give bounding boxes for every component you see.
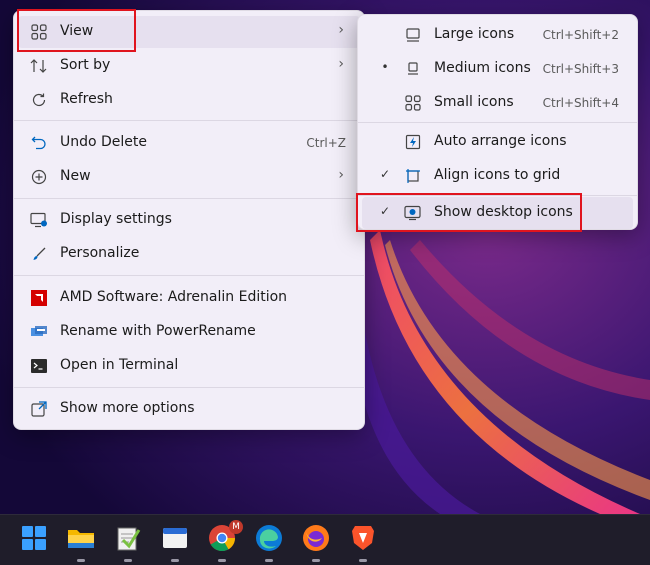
view-submenu: Large icons Ctrl+Shift+2 • Medium icons … <box>357 14 638 230</box>
submenu-item-label: Auto arrange icons <box>434 133 567 149</box>
running-indicator <box>312 559 320 562</box>
submenu-item-label: Medium icons <box>434 60 531 76</box>
running-indicator <box>359 559 367 562</box>
refresh-icon <box>30 91 48 109</box>
menu-item-show-more-options[interactable]: Show more options <box>18 393 360 425</box>
taskbar: M <box>0 514 650 565</box>
submenu-item-label: Show desktop icons <box>434 204 573 220</box>
submenu-item-large-icons[interactable]: Large icons Ctrl+Shift+2 <box>362 19 633 51</box>
menu-item-label: Sort by <box>60 57 111 73</box>
menu-separator <box>358 195 637 196</box>
plus-circle-icon <box>30 168 48 186</box>
taskbar-brave[interactable] <box>348 524 378 562</box>
brave-icon <box>350 524 376 556</box>
taskbar-firefox[interactable] <box>301 524 331 562</box>
notepad-plus-icon <box>115 524 141 556</box>
menu-item-view[interactable]: View › <box>18 16 360 48</box>
taskbar-notepad-plus[interactable] <box>113 524 143 562</box>
chevron-right-icon: › <box>338 56 344 72</box>
menu-separator <box>358 122 637 123</box>
powerrename-icon <box>30 323 48 341</box>
share-icon <box>30 400 48 418</box>
submenu-item-shortcut: Ctrl+Shift+3 <box>542 62 619 76</box>
menu-item-display-settings[interactable]: Display settings <box>18 204 360 236</box>
align-grid-icon <box>404 167 422 185</box>
windows-start-icon <box>21 525 47 555</box>
menu-item-label: Open in Terminal <box>60 357 179 373</box>
menu-item-label: Undo Delete <box>60 134 148 150</box>
submenu-item-label: Large icons <box>434 26 515 42</box>
submenu-item-label: Align icons to grid <box>434 167 561 183</box>
amd-icon <box>30 289 48 307</box>
menu-item-label: View <box>60 23 94 39</box>
menu-item-label: Rename with PowerRename <box>60 323 256 339</box>
menu-item-label: Show more options <box>60 400 195 416</box>
menu-item-new[interactable]: New › <box>18 161 360 193</box>
desktop-context-menu: View › Sort by › Refresh Undo Delete Ctr… <box>13 10 365 430</box>
radio-dot-icon: • <box>381 60 389 74</box>
display-icon <box>30 211 48 229</box>
menu-item-undo-delete[interactable]: Undo Delete Ctrl+Z <box>18 127 360 159</box>
running-indicator <box>77 559 85 562</box>
taskbar-edge[interactable] <box>254 524 284 562</box>
menu-item-label: New <box>60 168 91 184</box>
taskbar-file-explorer[interactable] <box>66 524 96 562</box>
taskbar-chrome[interactable]: M <box>207 520 243 562</box>
running-indicator <box>124 559 132 562</box>
submenu-item-shortcut: Ctrl+Shift+4 <box>542 96 619 110</box>
menu-item-powerrename[interactable]: Rename with PowerRename <box>18 316 360 348</box>
chevron-right-icon: › <box>338 22 344 38</box>
menu-item-label: AMD Software: Adrenalin Edition <box>60 289 288 305</box>
checkmark-icon: ✓ <box>379 204 391 218</box>
chevron-right-icon: › <box>338 167 344 183</box>
firefox-icon <box>302 524 330 556</box>
menu-item-personalize[interactable]: Personalize <box>18 238 360 270</box>
running-indicator <box>171 559 179 562</box>
running-indicator <box>218 559 226 562</box>
app-window-icon <box>162 526 188 554</box>
grid-icon <box>30 23 48 41</box>
menu-item-label: Personalize <box>60 245 140 261</box>
show-desktop-icon <box>404 204 422 222</box>
submenu-item-align-grid[interactable]: ✓ Align icons to grid <box>362 160 633 192</box>
chrome-profile-badge: M <box>229 520 243 534</box>
menu-item-open-terminal[interactable]: Open in Terminal <box>18 350 360 382</box>
edge-icon <box>255 524 283 556</box>
brush-icon <box>30 245 48 263</box>
submenu-item-auto-arrange[interactable]: Auto arrange icons <box>362 126 633 158</box>
sort-icon <box>30 57 48 75</box>
submenu-item-shortcut: Ctrl+Shift+2 <box>542 28 619 42</box>
menu-item-amd-software[interactable]: AMD Software: Adrenalin Edition <box>18 282 360 314</box>
menu-item-label: Display settings <box>60 211 172 227</box>
submenu-item-label: Small icons <box>434 94 514 110</box>
menu-separator <box>14 120 364 121</box>
taskbar-app-window[interactable] <box>160 524 190 562</box>
menu-separator <box>14 387 364 388</box>
terminal-icon <box>30 357 48 375</box>
undo-icon <box>30 134 48 152</box>
file-explorer-icon <box>67 526 95 554</box>
menu-item-shortcut: Ctrl+Z <box>306 136 346 150</box>
menu-separator <box>14 275 364 276</box>
small-icons-icon <box>404 94 422 112</box>
windows-start-button[interactable] <box>19 524 49 556</box>
checkmark-icon: ✓ <box>379 167 391 181</box>
large-icons-icon <box>404 26 422 44</box>
menu-item-label: Refresh <box>60 91 113 107</box>
auto-arrange-icon <box>404 133 422 151</box>
running-indicator <box>265 559 273 562</box>
submenu-item-show-desktop-icons[interactable]: ✓ Show desktop icons <box>362 197 633 229</box>
menu-item-sort-by[interactable]: Sort by › <box>18 50 360 82</box>
medium-icons-icon <box>404 60 422 78</box>
submenu-item-medium-icons[interactable]: • Medium icons Ctrl+Shift+3 <box>362 53 633 85</box>
menu-separator <box>14 198 364 199</box>
submenu-item-small-icons[interactable]: Small icons Ctrl+Shift+4 <box>362 87 633 119</box>
menu-item-refresh[interactable]: Refresh <box>18 84 360 116</box>
